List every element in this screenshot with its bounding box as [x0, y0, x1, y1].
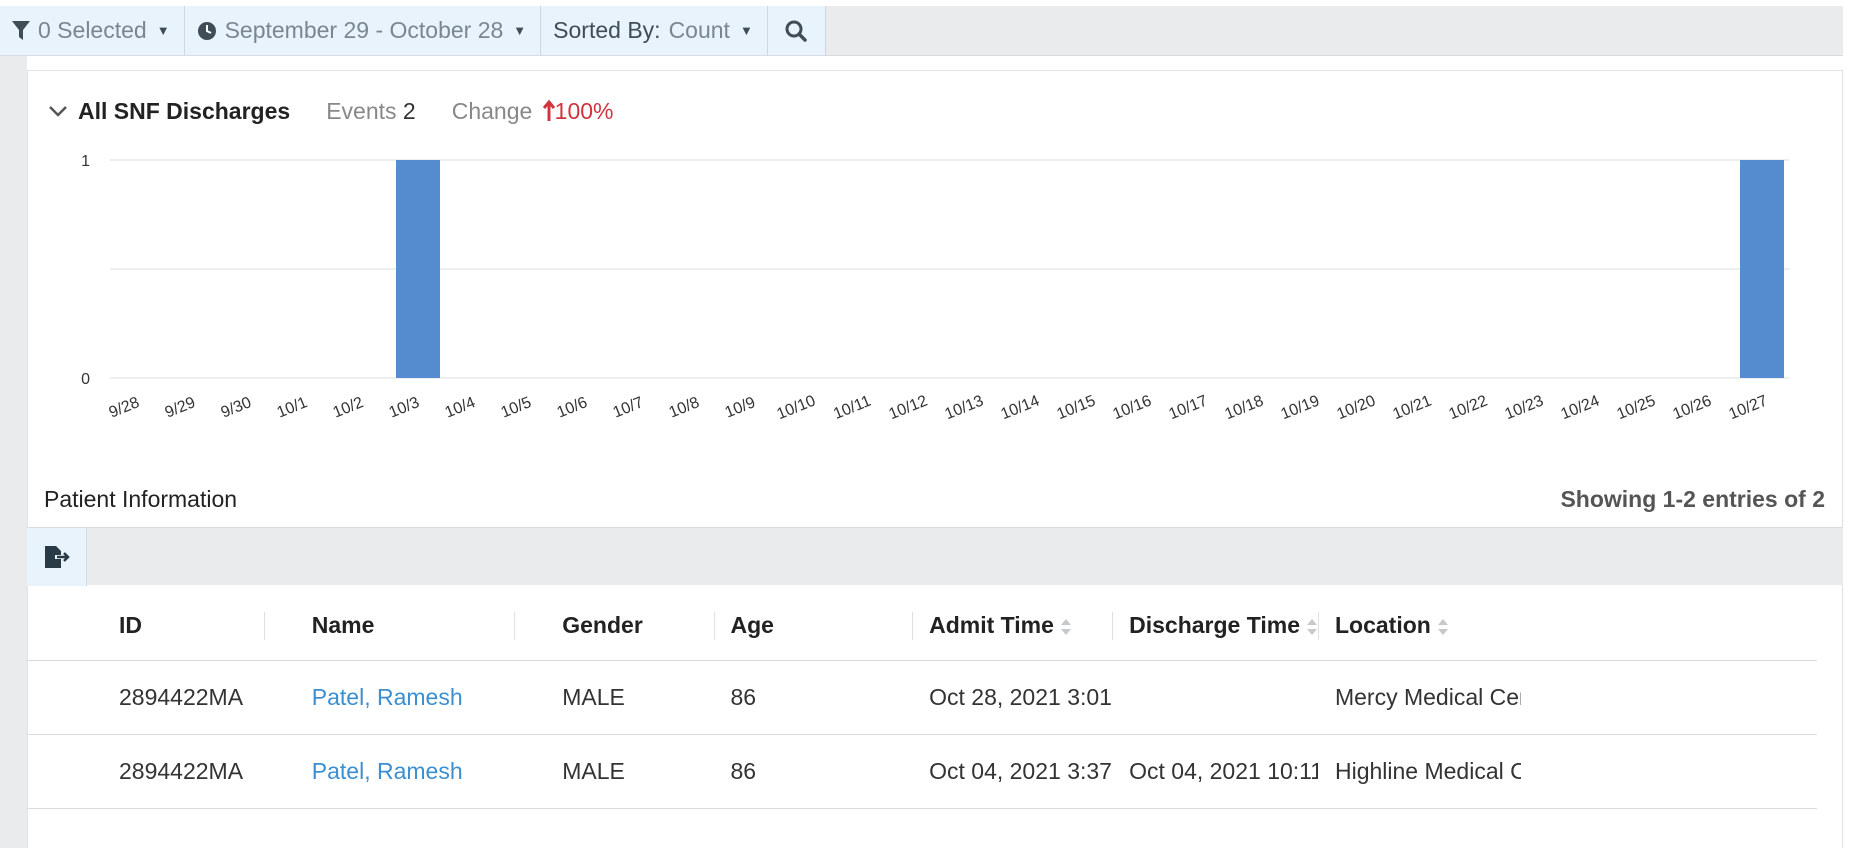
x-tick-label: 10/25 — [1615, 392, 1659, 423]
x-tick-label: 10/9 — [723, 394, 758, 421]
x-tick-label: 10/13 — [943, 392, 987, 423]
column-header-discharge-time[interactable]: Discharge Time — [1112, 592, 1318, 661]
chevron-down-icon[interactable] — [48, 104, 68, 118]
cell-location: Mercy Medical Center — [1317, 660, 1817, 735]
x-tick-label: 10/19 — [1279, 392, 1323, 423]
cell-age: 86 — [713, 734, 913, 809]
cell-gender: MALE — [514, 734, 714, 809]
clock-icon — [197, 21, 216, 40]
search-button[interactable] — [767, 6, 826, 55]
x-tick-label: 10/6 — [555, 394, 590, 421]
discharges-bar-chart: 0 1 9/28 9/29 9/30 10/1 10/2 10/3 10/4 10/5 10/6 10… — [81, 153, 1790, 423]
x-tick-label: 10/23 — [1503, 392, 1547, 423]
x-tick-label: 10/8 — [667, 394, 702, 421]
chevron-down-icon: ▼ — [513, 23, 527, 38]
change-stat: Change 100% — [452, 98, 614, 125]
x-tick-label: 10/21 — [1391, 392, 1435, 423]
entries-count: Showing 1-2 entries of 2 — [1560, 486, 1825, 512]
cell-id: 2894422MA — [27, 734, 264, 809]
date-range-label: September 29 - October 28 — [224, 17, 504, 43]
x-tick-label: 10/24 — [1559, 392, 1603, 423]
cell-discharge-time: Oct 04, 2021 10:11 PM — [1112, 734, 1318, 809]
y-tick-label: 0 — [81, 371, 90, 388]
cell-id: 2894422MA — [27, 660, 264, 735]
cell-admit-time: Oct 28, 2021 3:01 AM — [912, 660, 1113, 735]
table-row[interactable]: 2894422MA Patel, Ramesh MALE 86 Oct 04, … — [27, 734, 1817, 809]
x-tick-label: 10/7 — [611, 394, 646, 421]
x-tick-label: 10/26 — [1671, 392, 1715, 423]
filter-dropdown[interactable]: 0 Selected ▼ — [0, 6, 185, 55]
patient-info-title: Patient Information — [44, 486, 238, 512]
bar — [396, 160, 440, 378]
filter-toolbar: 0 Selected ▼ September 29 - October 28 ▼… — [0, 6, 1843, 56]
bar — [1740, 160, 1784, 378]
table-toolbar — [27, 527, 1843, 586]
cell-location: Highline Medical Center — [1317, 734, 1817, 809]
table-header-row: ID Name Gender Age Admit Time Discharge … — [27, 592, 1817, 661]
column-header-gender: Gender — [514, 592, 714, 661]
change-label: Change — [451, 97, 533, 124]
date-range-dropdown[interactable]: September 29 - October 28 ▼ — [184, 6, 542, 55]
chevron-down-icon: ▼ — [739, 23, 753, 38]
column-header-admit-time[interactable]: Admit Time — [912, 592, 1113, 661]
x-tick-label: 10/18 — [1223, 392, 1267, 423]
column-header-age: Age — [713, 592, 913, 661]
x-tick-label: 10/20 — [1335, 392, 1379, 423]
chart-title: All SNF Discharges — [78, 97, 291, 124]
chevron-down-icon: ▼ — [156, 23, 170, 38]
sort-dropdown[interactable]: Sorted By: Count ▼ — [541, 6, 768, 55]
x-tick-label: 10/14 — [999, 392, 1043, 423]
chart-header: All SNF Discharges Events 2 Change 100% — [48, 94, 614, 128]
left-sidebar-strip — [0, 56, 27, 848]
x-tick-label: 10/1 — [275, 394, 310, 421]
sort-value-label: Count — [668, 17, 730, 43]
x-tick-label: 10/22 — [1447, 392, 1491, 423]
x-tick-label: 10/2 — [331, 394, 366, 421]
sort-prefix-label: Sorted By: — [553, 17, 661, 43]
sort-icon[interactable] — [1306, 617, 1318, 637]
search-icon — [785, 20, 808, 42]
x-tick-label: 10/4 — [443, 394, 478, 421]
arrow-up-icon — [542, 99, 555, 121]
x-tick-label: 10/16 — [1111, 392, 1155, 423]
table-row[interactable]: 2894422MA Patel, Ramesh MALE 86 Oct 28, … — [27, 660, 1817, 735]
cell-age: 86 — [713, 660, 913, 735]
filter-label: 0 Selected — [38, 17, 147, 43]
column-header-location[interactable]: Location — [1317, 592, 1817, 661]
sort-icon[interactable] — [1060, 617, 1072, 637]
column-header-id: ID — [27, 592, 264, 661]
x-tick-label: 10/27 — [1727, 392, 1771, 423]
filter-icon — [12, 20, 30, 40]
export-button[interactable] — [27, 528, 87, 586]
panel-border — [1842, 70, 1843, 848]
x-tick-label: 10/5 — [499, 394, 534, 421]
x-tick-label: 9/28 — [107, 394, 142, 421]
column-header-name: Name — [263, 592, 515, 661]
events-stat: Events 2 — [326, 98, 416, 125]
events-value: 2 — [402, 97, 416, 124]
x-tick-label: 10/15 — [1055, 392, 1099, 423]
cell-discharge-time — [1112, 660, 1318, 735]
x-tick-label: 9/30 — [219, 394, 254, 421]
patient-name-link[interactable]: Patel, Ramesh — [263, 660, 515, 735]
x-tick-label: 10/10 — [775, 392, 819, 423]
x-tick-label: 10/3 — [387, 394, 422, 421]
x-tick-label: 10/12 — [887, 392, 931, 423]
x-tick-label: 10/11 — [831, 393, 873, 423]
change-value: 100% — [554, 97, 614, 124]
patient-name-link[interactable]: Patel, Ramesh — [263, 734, 515, 809]
patient-table: ID Name Gender Age Admit Time Discharge … — [27, 592, 1817, 809]
cell-admit-time: Oct 04, 2021 3:37 PM — [912, 734, 1113, 809]
y-tick-label: 1 — [81, 153, 90, 170]
events-label: Events — [326, 97, 397, 124]
cell-gender: MALE — [514, 660, 714, 735]
x-tick-label: 9/29 — [163, 394, 198, 421]
sort-icon[interactable] — [1437, 617, 1449, 637]
export-icon — [44, 546, 70, 568]
x-tick-label: 10/17 — [1167, 392, 1211, 423]
